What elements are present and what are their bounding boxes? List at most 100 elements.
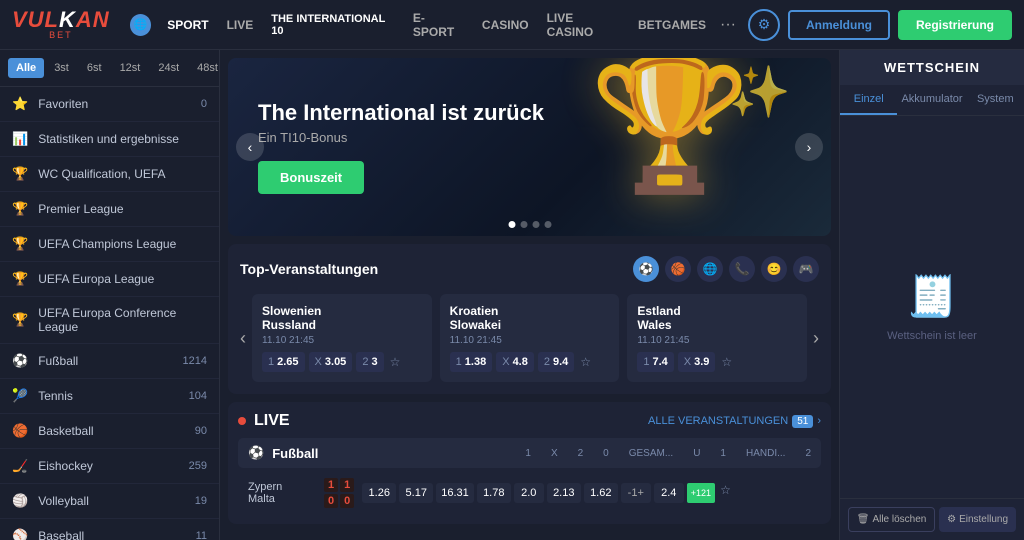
sidebar-item[interactable]: 🏆 UEFA Europa League [0,262,219,297]
odd-btn-x[interactable]: X3.9 [678,352,716,372]
gear-icon: ⚙ [947,514,956,525]
login-button[interactable]: Anmeldung [788,10,890,40]
score-1: 1 [324,478,338,492]
filter-24st[interactable]: 24st [150,58,187,78]
match-odd-x[interactable]: 5.17 [399,483,433,503]
sidebar-item[interactable]: 🏆 Premier League [0,192,219,227]
logo[interactable]: VULKAN BET [12,9,110,40]
team1: Zypern [248,481,318,493]
match-odd-2[interactable]: 16.31 [436,483,474,503]
settings-icon[interactable]: ⚙ [748,9,780,41]
sidebar-item[interactable]: 🏆 UEFA Champions League [0,227,219,262]
odd-btn-x[interactable]: X4.8 [496,352,534,372]
banner-dot-4[interactable] [544,221,551,228]
banner-dot-2[interactable] [520,221,527,228]
event-odds: 12.65 X3.05 23 ☆ [262,352,422,372]
sidebar-item[interactable]: ⚽ Fußball 1214 [0,344,219,379]
register-button[interactable]: Registrierung [898,10,1012,40]
nav-item-casino[interactable]: CASINO [474,13,537,37]
carousel-arrow-left[interactable]: ‹ [240,328,246,349]
match-odd-h0[interactable]: -1+ [621,483,651,503]
live-match-row: Zypern Malta 1 1 0 0 1.26 5.17 1 [238,472,821,514]
bet-slip-header: WETTSCHEIN [840,50,1024,85]
live-dot [238,417,246,425]
filter-icon-basketball[interactable]: 🏀 [665,256,691,282]
sidebar-count: 104 [189,390,207,402]
filter-6st[interactable]: 6st [79,58,110,78]
sidebar-label: Baseball [38,529,185,540]
settings-button[interactable]: ⚙ Einstellung [939,507,1016,532]
odd-btn-1[interactable]: 11.38 [450,352,493,372]
score-col: 1 1 0 0 [324,478,354,508]
carousel-arrow-right[interactable]: › [813,328,819,349]
banner-cta-button[interactable]: Bonuszeit [258,161,364,194]
match-odd-o[interactable]: 2.13 [547,483,581,503]
sidebar-count: 90 [195,425,207,437]
filter-icon-game[interactable]: 🎮 [793,256,819,282]
sidebar-label: UEFA Europa League [38,272,207,286]
filter-48st[interactable]: 48st [189,58,220,78]
sidebar-item[interactable]: 🏐 Volleyball 19 [0,484,219,519]
clear-all-button[interactable]: 🗑 Alle löschen [848,507,935,532]
filter-3st[interactable]: 3st [46,58,77,78]
nav-item-live[interactable]: LIVE [219,13,262,37]
tab-einzel[interactable]: Einzel [840,85,897,115]
favorite-star-icon[interactable]: ☆ [580,355,591,369]
bet-tabs: Einzel Akkumulator System [840,85,1024,116]
banner-dot-3[interactable] [532,221,539,228]
filter-12st[interactable]: 12st [112,58,149,78]
nav-item-live-casino[interactable]: LIVE CASINO [539,6,628,44]
nav-item-sport[interactable]: SPORT [159,13,216,37]
filter-alle[interactable]: Alle [8,58,44,78]
match-odd-h2[interactable]: 2.4 [654,483,684,503]
sidebar-item[interactable]: ⭐ Favoriten 0 [0,87,219,122]
filter-icon-phone[interactable]: 📞 [729,256,755,282]
header: VULKAN BET 🌐 SPORT LIVE THE INTERNATIONA… [0,0,1024,50]
sidebar-item[interactable]: 🏀 Basketball 90 [0,414,219,449]
main-nav: SPORT LIVE THE INTERNATIONAL 10 E-SPORT … [159,6,740,44]
live-title: LIVE [254,412,640,430]
sidebar-label: Basketball [38,424,185,438]
sidebar-count: 259 [189,460,207,472]
sidebar-item[interactable]: 🏒 Eishockey 259 [0,449,219,484]
empty-state-text: Wettschein ist leer [887,330,977,342]
match-odd-u[interactable]: 2.0 [514,483,544,503]
nav-item-betgames[interactable]: BETGAMES [630,13,714,37]
favorite-star-icon[interactable]: ☆ [390,355,401,369]
match-odd-h1[interactable]: 1.62 [584,483,618,503]
filter-icon-globe[interactable]: 🌐 [697,256,723,282]
soccer-icon: ⚽ [12,353,28,369]
sidebar-item[interactable]: 🏆 UEFA Europa Conference League [0,297,219,344]
banner-dot-1[interactable] [508,221,515,228]
event-odds: 17.4 X3.9 ☆ [637,352,797,372]
sidebar-item[interactable]: 🎾 Tennis 104 [0,379,219,414]
all-events-link[interactable]: ALLE VERANSTALTUNGEN 51 › [648,415,821,428]
live-sport-row[interactable]: ⚽ Fußball 1 X 2 0 GESAM... U 1 HANDI... … [238,438,821,468]
odd-btn-1[interactable]: 12.65 [262,352,305,372]
match-star-icon[interactable]: ☆ [720,483,731,503]
match-odd-1[interactable]: 1.26 [362,483,396,503]
nav-more-icon[interactable]: ··· [716,16,740,34]
tennis-icon: 🎾 [12,388,28,404]
sidebar-item[interactable]: ⚾ Baseball 11 [0,519,219,540]
banner-arrow-left[interactable]: ‹ [236,133,264,161]
tab-akkumulator[interactable]: Akkumulator [897,85,966,115]
odd-btn-x[interactable]: X3.05 [309,352,353,372]
more-markets-badge[interactable]: +121 [687,483,715,503]
filter-icon-face[interactable]: 😊 [761,256,787,282]
sidebar-item[interactable]: 🏆 WC Qualification, UEFA [0,157,219,192]
nav-item-ti10[interactable]: THE INTERNATIONAL 10 [263,8,403,42]
odd-btn-1[interactable]: 17.4 [637,352,673,372]
match-odd-0[interactable]: 1.78 [477,483,511,503]
banner-arrow-right[interactable]: › [795,133,823,161]
nav-item-esport[interactable]: E-SPORT [405,6,472,44]
odd-btn-2[interactable]: 29.4 [538,352,574,372]
favorite-star-icon[interactable]: ☆ [721,355,732,369]
stats-icon: 📊 [12,131,28,147]
hockey-icon: 🏒 [12,458,28,474]
tab-system[interactable]: System [967,85,1024,115]
event-teams: Estland Wales 11.10 21:45 [637,304,797,346]
filter-icon-soccer[interactable]: ⚽ [633,256,659,282]
sidebar-item[interactable]: 📊 Statistiken und ergebnisse [0,122,219,157]
odd-btn-2[interactable]: 23 [356,352,383,372]
